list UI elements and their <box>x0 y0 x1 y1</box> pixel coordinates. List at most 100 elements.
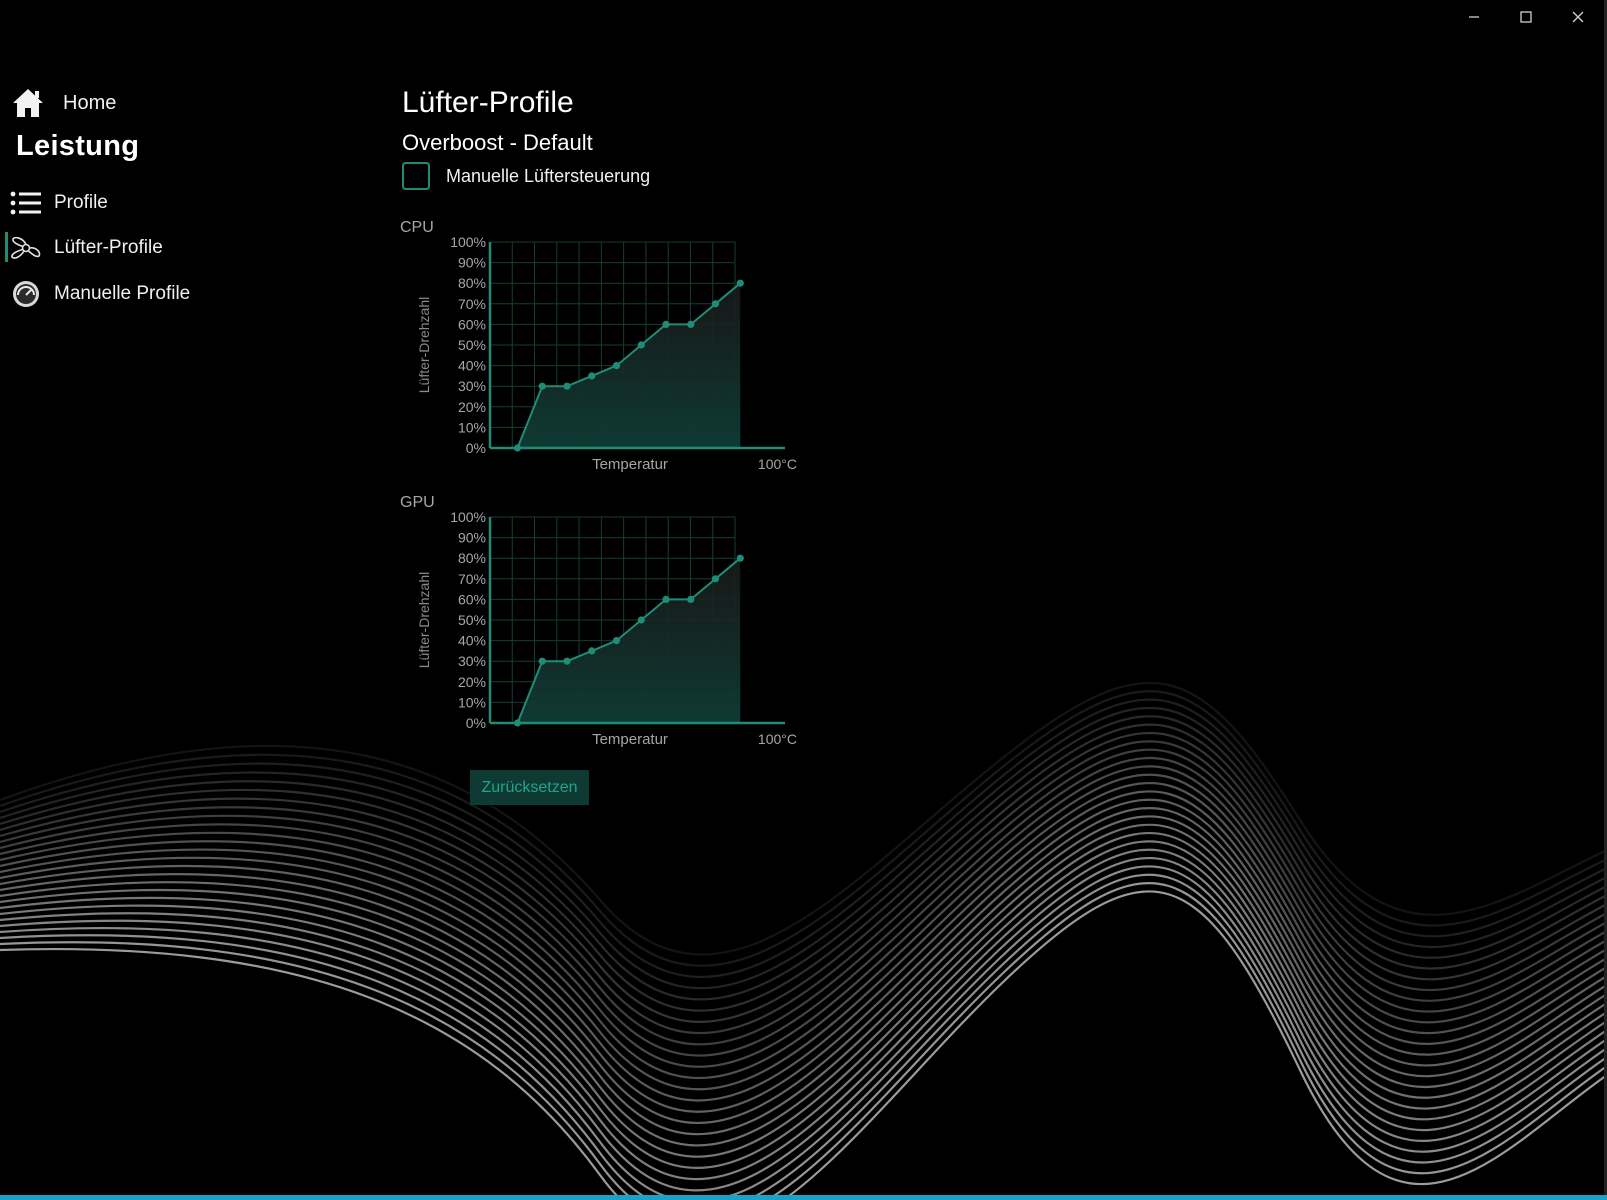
y-tick-label: 10% <box>458 694 486 710</box>
y-tick-label: 70% <box>458 571 486 587</box>
nav-home[interactable]: Home <box>10 85 116 121</box>
close-button[interactable] <box>1555 4 1601 30</box>
wave-line <box>0 723 1607 1012</box>
maximize-icon <box>1520 11 1532 23</box>
wave-line <box>0 840 1607 1170</box>
y-tick-label: 20% <box>458 399 486 415</box>
y-tick-label: 60% <box>458 591 486 607</box>
home-icon <box>10 85 46 121</box>
y-axis-label: Lüfter-Drehzahl <box>416 297 432 394</box>
wave-background <box>0 681 1607 1200</box>
manual-control-label: Manuelle Lüftersteuerung <box>446 165 651 186</box>
list-icon <box>8 185 44 221</box>
data-point <box>588 372 596 380</box>
y-tick-label: 0% <box>466 715 486 731</box>
data-point <box>612 362 621 370</box>
y-tick-label: 100% <box>450 509 486 525</box>
minimize-button[interactable] <box>1451 4 1497 30</box>
y-tick-label: 0% <box>466 440 486 456</box>
data-point <box>687 320 695 328</box>
x-max-label: 100°C <box>758 731 797 747</box>
y-tick-label: 90% <box>458 255 486 271</box>
x-axis-label: Temperatur <box>592 731 668 748</box>
wave-line <box>0 857 1607 1192</box>
y-tick-label: 50% <box>458 337 486 353</box>
data-point <box>588 647 596 655</box>
reset-button[interactable]: Zurücksetzen <box>470 770 589 805</box>
app-window: Home Leistung Profile Lüfter-Profile Man… <box>0 0 1607 1200</box>
y-tick-label: 30% <box>458 378 486 394</box>
wave-line <box>0 848 1607 1181</box>
sidebar-item-fan-profiles[interactable]: Lüfter-Profile <box>8 230 163 266</box>
y-tick-label: 100% <box>450 234 486 250</box>
wave-line <box>0 698 1607 979</box>
close-icon <box>1572 11 1584 23</box>
fan-icon <box>8 230 44 266</box>
profile-name: Overboost - Default <box>402 130 593 155</box>
y-tick-label: 40% <box>458 633 486 649</box>
cpu-fan-chart[interactable]: 100% 90% 80% 70% 60% 50% 40% 30% 20% 10% 0% CPU Lüft… <box>400 218 800 478</box>
wave-line <box>0 715 1607 1001</box>
wave-line <box>0 782 1607 1091</box>
wave-line <box>0 823 1607 1147</box>
page-title: Lüfter-Profile <box>402 86 574 119</box>
x-axis-label: Temperatur <box>592 456 668 473</box>
y-axis-label: Lüfter-Drehzahl <box>416 572 432 669</box>
wave-line <box>0 873 1607 1200</box>
nav-home-label: Home <box>63 91 117 114</box>
data-point <box>662 320 670 328</box>
y-tick-label: 20% <box>458 674 486 690</box>
wave-line <box>0 681 1607 956</box>
wave-line <box>0 740 1607 1035</box>
wave-line <box>0 690 1607 967</box>
wave-line <box>0 731 1607 1023</box>
data-point <box>538 657 546 665</box>
manual-control-row[interactable]: Manuelle Lüftersteuerung <box>402 162 650 190</box>
y-tick-label: 50% <box>458 612 486 628</box>
sidebar-item-manual-profiles[interactable]: Manuelle Profile <box>8 276 190 312</box>
wave-line <box>0 773 1607 1080</box>
taskbar-strip <box>0 1195 1607 1200</box>
y-tick-label: 10% <box>458 419 486 435</box>
wave-line <box>0 890 1607 1200</box>
chart-title: CPU <box>400 219 434 236</box>
wave-line <box>0 790 1607 1102</box>
data-point <box>563 657 571 665</box>
maximize-button[interactable] <box>1503 4 1549 30</box>
data-point <box>687 595 695 603</box>
x-max-label: 100°C <box>758 456 797 472</box>
sidebar-item-label: Lüfter-Profile <box>54 237 163 258</box>
wave-line <box>0 757 1607 1057</box>
wave-line <box>0 748 1607 1046</box>
wave-line <box>0 798 1607 1113</box>
data-point <box>711 575 720 583</box>
manual-control-checkbox[interactable] <box>402 162 430 190</box>
wave-line <box>0 765 1607 1068</box>
wave-line <box>0 832 1607 1158</box>
gauge-icon <box>8 276 44 312</box>
data-point <box>612 637 621 645</box>
data-point <box>711 300 720 308</box>
sidebar-item-profile[interactable]: Profile <box>8 185 108 221</box>
y-tick-label: 80% <box>458 275 486 291</box>
chart-title: GPU <box>400 494 435 511</box>
wave-line <box>0 865 1607 1200</box>
minimize-icon <box>1469 16 1479 18</box>
data-point <box>637 341 645 349</box>
wave-line <box>0 882 1607 1200</box>
gpu-fan-chart[interactable]: 100% 90% 80% 70% 60% 50% 40% 30% 20% 10% 0% GPU Lüft… <box>400 493 800 753</box>
wave-line <box>0 815 1607 1136</box>
data-point <box>662 595 670 603</box>
wave-line <box>0 807 1607 1125</box>
y-tick-label: 90% <box>458 530 486 546</box>
sidebar-heading: Leistung <box>16 130 140 162</box>
wave-line <box>0 706 1607 990</box>
sidebar-item-label: Manuelle Profile <box>54 283 191 304</box>
sidebar-item-label: Profile <box>54 192 108 213</box>
y-tick-label: 80% <box>458 550 486 566</box>
data-point <box>736 279 744 287</box>
data-point <box>637 616 645 624</box>
data-point <box>736 554 744 562</box>
y-tick-label: 30% <box>458 653 486 669</box>
data-point <box>563 382 571 390</box>
